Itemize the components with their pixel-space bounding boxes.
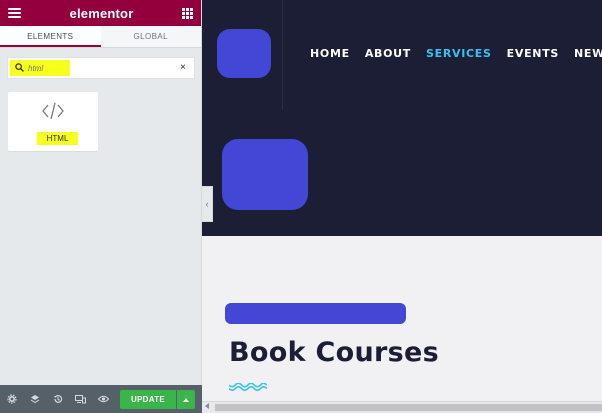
hero-image-redacted	[222, 139, 308, 210]
widget-search-box: ×	[7, 57, 195, 79]
subheading-redacted	[225, 303, 406, 324]
site-logo-redacted	[217, 29, 271, 78]
nav-about[interactable]: ABOUT	[365, 47, 411, 60]
code-icon	[42, 102, 64, 120]
responsive-icon[interactable]	[74, 393, 87, 406]
widgets-grid-icon[interactable]	[182, 7, 193, 19]
history-icon[interactable]	[51, 393, 64, 406]
wave-divider-icon	[229, 383, 267, 391]
widget-html[interactable]: HTML	[8, 92, 98, 151]
eye-icon[interactable]	[97, 393, 110, 406]
site-nav: HOME ABOUT SERVICES EVENTS NEWS	[310, 47, 602, 60]
panel-tabs: ELEMENTS GLOBAL	[0, 26, 201, 48]
menu-icon[interactable]	[8, 8, 21, 18]
collapse-panel-chevron-icon[interactable]: ‹	[202, 186, 213, 222]
panel-footer: UPDATE	[0, 385, 202, 413]
scroll-left-arrow-icon[interactable]	[205, 403, 209, 409]
panel-header: elementor	[0, 0, 201, 26]
search-icon	[15, 63, 24, 72]
header-divider	[282, 0, 283, 110]
tab-elements[interactable]: ELEMENTS	[0, 26, 101, 47]
nav-home[interactable]: HOME	[310, 47, 350, 60]
gear-icon[interactable]	[5, 393, 18, 406]
nav-events[interactable]: EVENTS	[507, 47, 559, 60]
update-button[interactable]: UPDATE	[120, 390, 176, 409]
layers-icon[interactable]	[28, 393, 41, 406]
page-heading: Book Courses	[229, 337, 439, 368]
tab-global[interactable]: GLOBAL	[100, 26, 201, 47]
elementor-logo: elementor	[69, 5, 134, 21]
search-input[interactable]	[28, 61, 168, 76]
nav-news[interactable]: NEWS	[574, 47, 602, 60]
update-options-chevron-icon[interactable]	[177, 390, 195, 409]
clear-search-icon[interactable]: ×	[180, 62, 186, 74]
nav-services[interactable]: SERVICES	[426, 47, 492, 60]
widget-label: HTML	[46, 134, 69, 143]
scrollbar-thumb[interactable]	[215, 404, 602, 411]
